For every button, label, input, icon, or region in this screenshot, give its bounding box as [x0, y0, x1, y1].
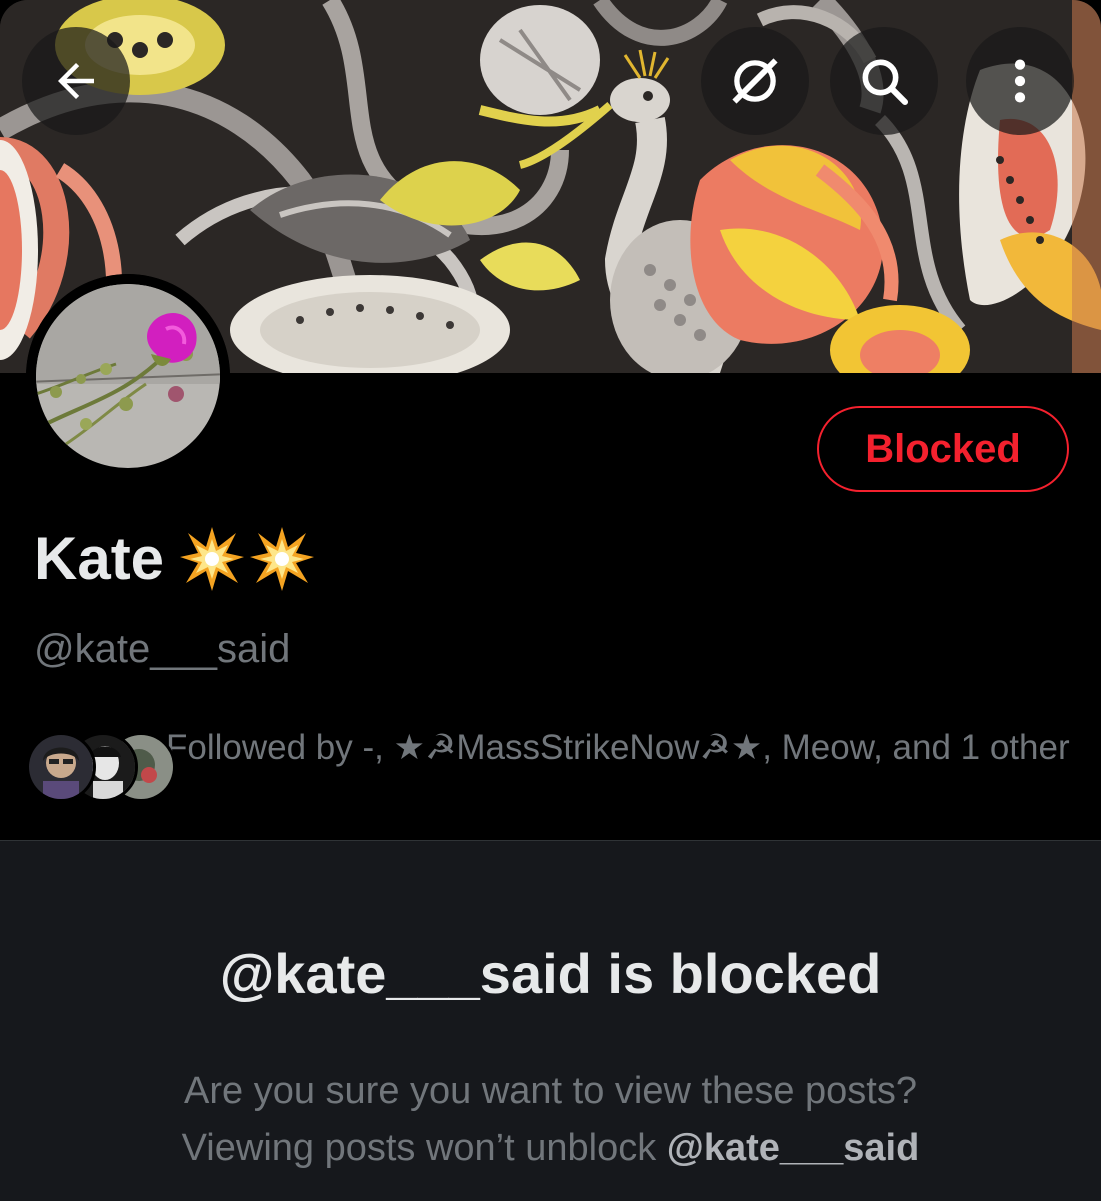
- search-icon: [862, 59, 909, 106]
- follower-avatars: [26, 732, 176, 802]
- blocked-notice-line2: Viewing posts won’t unblock @kate___said: [0, 1120, 1101, 1177]
- avatar-image: [26, 274, 230, 478]
- name-emojis: [178, 525, 316, 593]
- collision-emoji-icon: [250, 526, 315, 591]
- blocked-notice-description: Are you sure you want to view these post…: [0, 1063, 1101, 1177]
- blocked-notice-panel: @kate___said is blocked Are you sure you…: [0, 840, 1101, 1201]
- more-options-button[interactable]: [966, 27, 1074, 135]
- arrow-left-icon: [58, 63, 94, 99]
- display-name: Kate: [34, 525, 165, 592]
- blocked-notice-line2-prefix: Viewing posts won’t unblock: [181, 1127, 667, 1169]
- blocked-notice-line2-handle: @kate___said: [666, 1127, 920, 1169]
- profile-avatar[interactable]: [26, 274, 230, 478]
- blocked-button[interactable]: Blocked: [817, 406, 1069, 492]
- blocked-notice-title: @kate___said is blocked: [219, 942, 882, 1005]
- blocked-notice-line1: Are you sure you want to view these post…: [184, 1070, 917, 1112]
- display-name-row: Kate: [34, 524, 316, 593]
- grok-button[interactable]: [701, 27, 809, 135]
- grok-slash-icon: [732, 58, 778, 104]
- followed-by-text: Followed by -, ★☭MassStrikeNow☭★, Meow, …: [166, 728, 1070, 767]
- search-button[interactable]: [830, 27, 938, 135]
- follower-avatar: [26, 732, 96, 802]
- more-vertical-icon: [1014, 59, 1026, 103]
- collision-emoji-icon: [180, 526, 245, 591]
- back-button[interactable]: [22, 27, 130, 135]
- profile-handle: @kate___said: [34, 627, 291, 671]
